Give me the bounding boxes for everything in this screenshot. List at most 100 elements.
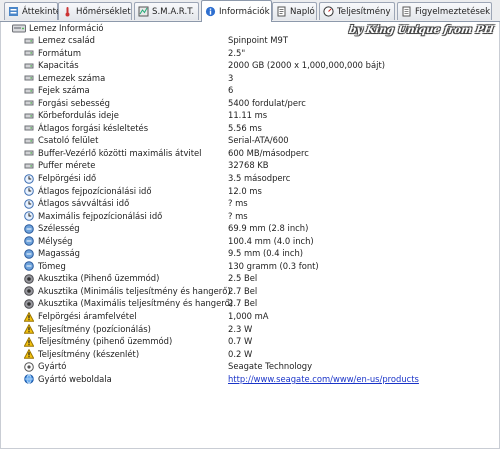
property-value: Seagate Technology bbox=[228, 361, 313, 372]
property-value: 1,000 mA bbox=[228, 311, 269, 322]
group-header: Lemez Információ bbox=[12, 22, 104, 34]
property-label: Mélység bbox=[38, 235, 73, 246]
property-value: 0.7 W bbox=[228, 336, 253, 347]
property-row: Puffer mérete 32768 KB bbox=[0, 159, 500, 172]
temperature-icon bbox=[65, 7, 70, 17]
property-icon bbox=[24, 138, 34, 144]
property-icon bbox=[24, 125, 34, 131]
property-label: Buffer-Vezérlő közötti maximális átvitel bbox=[38, 147, 202, 158]
property-row: Teljesítmény (pihenő üzemmód) 0.7 W bbox=[0, 335, 500, 348]
property-value: 32768 KB bbox=[228, 160, 269, 171]
power-warning-icon bbox=[24, 349, 34, 359]
property-row: Teljesítmény (készenlét) 0.2 W bbox=[0, 348, 500, 361]
property-value: 69.9 mm (2.8 inch) bbox=[228, 223, 309, 234]
property-value: 3 bbox=[228, 72, 234, 83]
property-value: 5.56 ms bbox=[228, 122, 262, 133]
property-icon bbox=[24, 150, 34, 156]
property-value: 12.0 ms bbox=[228, 185, 262, 196]
acoustics-icon bbox=[24, 274, 34, 284]
tab-label: Teljesítmény bbox=[337, 6, 391, 17]
manufacturer-website-link[interactable]: http://www.seagate.com/www/en-us/product… bbox=[228, 373, 419, 386]
property-icon bbox=[24, 163, 34, 169]
power-warning-icon bbox=[24, 311, 34, 322]
watermark: by King Unique from PH bbox=[348, 24, 495, 36]
property-icon bbox=[24, 50, 34, 56]
dimension-icon bbox=[24, 236, 34, 247]
property-row: Akusztika (Maximális teljesítmény és han… bbox=[0, 297, 500, 310]
dimension-icon bbox=[24, 248, 34, 259]
property-label: Formátum bbox=[38, 47, 81, 58]
property-row: Akusztika (Minimális teljesítmény és han… bbox=[0, 285, 500, 298]
property-value: 11.11 ms bbox=[228, 110, 268, 121]
property-value: 9.5 mm (0.4 inch) bbox=[228, 248, 304, 259]
property-row: Gyártó Seagate Technology bbox=[0, 360, 500, 373]
property-list: Lemez család Spinpoint M9T Formátum 2.5" Kap… bbox=[0, 34, 500, 385]
property-label: Szélesség bbox=[38, 223, 80, 234]
property-row: Átlagos forgási késleltetés 5.56 ms bbox=[0, 122, 500, 135]
property-label: Akusztika (Pihenő üzemmód) bbox=[38, 273, 160, 284]
tab-label: Információk bbox=[219, 6, 270, 17]
property-row: Akusztika (Pihenő üzemmód) 2.5 Bel bbox=[0, 272, 500, 285]
tab-overview[interactable]: Áttekintés bbox=[4, 2, 66, 20]
property-icon bbox=[24, 38, 34, 43]
performance-icon bbox=[323, 6, 334, 17]
property-label: Puffer mérete bbox=[38, 160, 96, 171]
tab-label: S.M.A.R.T. bbox=[152, 6, 195, 17]
property-value: 2.7 Bel bbox=[228, 285, 258, 296]
tab-warnings[interactable]: Figyelmeztetések bbox=[397, 2, 492, 20]
property-icon bbox=[24, 63, 34, 69]
property-row: Szélesség 69.9 mm (2.8 inch) bbox=[0, 222, 500, 235]
property-row: Átlagos fejpozícionálási idő 12.0 ms bbox=[0, 185, 500, 198]
tab-label: Figyelmeztetések bbox=[415, 6, 491, 17]
tab-performance[interactable]: Teljesítmény bbox=[319, 2, 395, 20]
property-label: Átlagos sávváltási idő bbox=[38, 198, 130, 209]
property-label: Átlagos forgási késleltetés bbox=[38, 122, 149, 133]
log-icon bbox=[277, 6, 286, 17]
property-label: Átlagos fejpozícionálási idő bbox=[38, 185, 152, 196]
clock-icon bbox=[24, 186, 34, 196]
property-row: Buffer-Vezérlő közötti maximális átvitel… bbox=[0, 147, 500, 160]
property-row: Felpörgési áramfelvétel 1,000 mA bbox=[0, 310, 500, 323]
property-label: Lemezek száma bbox=[38, 72, 106, 83]
clock-icon bbox=[24, 211, 34, 221]
globe-icon bbox=[24, 374, 34, 385]
property-label: Felpörgési áramfelvétel bbox=[38, 311, 137, 322]
tab-info[interactable]: Információk bbox=[201, 0, 272, 22]
property-value: 130 gramm (0.3 font) bbox=[228, 260, 319, 271]
property-label: Teljesítmény (pihenő üzemmód) bbox=[38, 336, 173, 347]
property-label: Felpörgési idő bbox=[38, 173, 97, 184]
smart-icon bbox=[138, 6, 149, 17]
tab-temperature[interactable]: Hőmérséklet bbox=[58, 2, 132, 20]
tab-label: Napló bbox=[290, 6, 315, 17]
property-value: Spinpoint M9T bbox=[228, 35, 288, 45]
property-value: Serial-ATA/600 bbox=[228, 135, 289, 146]
property-label: Kapacitás bbox=[38, 60, 79, 71]
property-value: ? ms bbox=[228, 198, 248, 209]
property-row: Magasság 9.5 mm (0.4 inch) bbox=[0, 247, 500, 260]
tab-smart[interactable]: S.M.A.R.T. bbox=[134, 2, 199, 20]
property-row: Teljesítmény (pozícionálás) 2.3 W bbox=[0, 323, 500, 336]
property-value: 3.5 másodperc bbox=[228, 173, 291, 184]
property-row: Körbefordulás ideje 11.11 ms bbox=[0, 109, 500, 122]
property-value: 2.5" bbox=[228, 47, 246, 58]
property-label: Tömeg bbox=[38, 260, 66, 271]
property-value: 0.2 W bbox=[228, 348, 253, 359]
property-value: 2000 GB (2000 x 1,000,000,000 bájt) bbox=[228, 60, 385, 71]
property-value: 600 MB/másodperc bbox=[228, 147, 309, 158]
property-value: 5400 fordulat/perc bbox=[228, 97, 306, 108]
property-row: Felpörgési idő 3.5 másodperc bbox=[0, 172, 500, 185]
tab-label: Hőmérséklet bbox=[76, 6, 131, 17]
clock-icon bbox=[24, 173, 34, 184]
property-label: Gyártó weboldala bbox=[38, 373, 112, 384]
property-value: 100.4 mm (4.0 inch) bbox=[228, 235, 314, 246]
tab-log[interactable]: Napló bbox=[272, 2, 317, 20]
warnings-icon bbox=[402, 6, 411, 17]
property-row: Kapacitás 2000 GB (2000 x 1,000,000,000 b… bbox=[0, 59, 500, 72]
info-icon bbox=[205, 6, 216, 17]
property-label: Gyártó bbox=[38, 361, 67, 372]
property-label: Fejek száma bbox=[38, 85, 90, 96]
property-row: Maximális fejpozícionálási idő ? ms bbox=[0, 210, 500, 223]
manufacturer-icon bbox=[24, 361, 34, 372]
property-value: 6 bbox=[228, 85, 234, 96]
property-icon bbox=[24, 113, 34, 119]
